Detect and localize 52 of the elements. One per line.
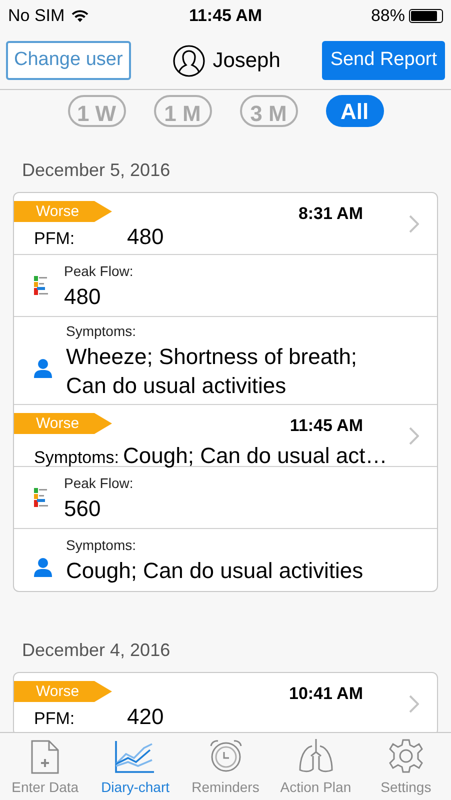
carrier-text: No SIM <box>8 5 65 28</box>
peak-flow-value: 480 <box>64 282 102 310</box>
battery-icon <box>409 9 443 23</box>
status-badge: Worse <box>14 681 112 702</box>
person-icon <box>34 358 52 378</box>
pfm-label: PFM: <box>34 708 76 730</box>
person-icon <box>34 557 52 577</box>
wifi-icon <box>70 10 89 22</box>
range-tab[interactable]: 3 M <box>240 95 298 127</box>
line-chart-icon <box>114 740 156 774</box>
clock-text: 11:45 AM <box>188 6 262 26</box>
range-tab[interactable]: 1 M <box>154 95 212 127</box>
range-tab[interactable]: All <box>326 95 384 127</box>
alarm-clock-icon <box>208 738 244 774</box>
user-name: Joseph <box>212 48 280 74</box>
battery-text: 88% <box>370 5 405 28</box>
send-report-button[interactable]: Send Report <box>322 41 445 80</box>
chevron-right-icon <box>409 695 419 713</box>
detail-label: Symptoms: <box>66 322 138 341</box>
settings-icon <box>388 738 424 774</box>
range-tab[interactable]: 1 W <box>68 95 126 127</box>
tab-bar-item[interactable]: Action Plan <box>270 733 361 800</box>
tab-bar-item[interactable]: Enter Data <box>0 733 90 800</box>
date-heading: December 5, 2016 <box>21 158 172 182</box>
detail-label: Peak Flow: <box>64 262 134 280</box>
status-badge: Worse <box>14 413 112 434</box>
symptoms-value: Cough; Can do usual activities <box>66 557 364 585</box>
symptoms-value: Wheeze; Shortness of breath; Can do usual activities <box>66 343 358 400</box>
chevron-right-icon <box>409 427 419 445</box>
document-plus-icon <box>30 740 60 774</box>
entry-time: 8:31 AM <box>298 203 363 225</box>
change-user-button[interactable]: Change user <box>6 41 131 80</box>
symptoms-summary: Cough; Can do usual act… <box>123 442 388 470</box>
detail-label: Symptoms: <box>66 536 138 555</box>
lungs-icon <box>298 738 334 774</box>
pfm-value: 480 <box>127 223 164 251</box>
detail-label: Peak Flow: <box>64 474 134 492</box>
peak-flow-value: 560 <box>64 494 102 522</box>
peak-flow-chart-icon <box>34 488 48 508</box>
status-badge: Worse <box>14 201 112 222</box>
user-avatar-icon <box>172 44 205 76</box>
tab-bar-item[interactable]: Reminders <box>180 733 271 800</box>
chevron-right-icon <box>409 215 419 233</box>
tab-bar-item[interactable]: Diary-chart <box>90 733 180 800</box>
tab-bar-item[interactable]: Settings <box>360 733 451 800</box>
pfm-value: 420 <box>127 703 164 731</box>
entry-time: 11:45 AM <box>290 415 363 437</box>
symptoms-label: Symptoms: <box>34 447 120 469</box>
pfm-label: PFM: <box>34 228 76 250</box>
entry-time: 10:41 AM <box>288 683 363 705</box>
date-heading: December 4, 2016 <box>21 638 172 662</box>
peak-flow-chart-icon <box>34 276 48 296</box>
